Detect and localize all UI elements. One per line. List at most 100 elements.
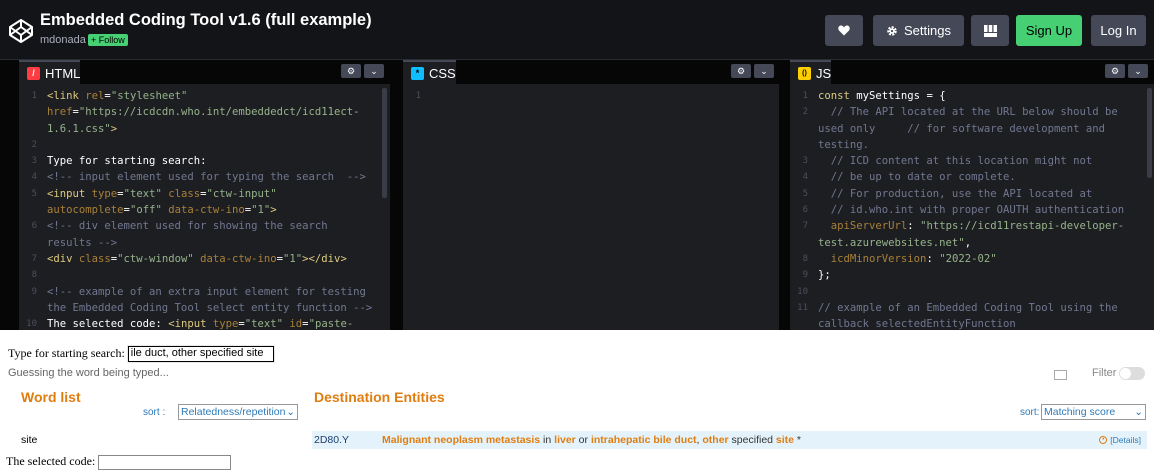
- js-settings-button[interactable]: ⚙: [1105, 64, 1125, 78]
- tab-js[interactable]: () JS: [790, 60, 832, 84]
- code-token: // For production, use the API located a…: [818, 187, 1093, 200]
- code-line[interactable]: 10 The selected code: <input type="text" …: [19, 316, 390, 330]
- code-text: 1.6.1.css">: [47, 121, 390, 137]
- code-line[interactable]: 3 Type for starting search:: [19, 153, 390, 169]
- code-token: <link: [47, 90, 86, 102]
- sign-up-button[interactable]: Sign Up: [1016, 15, 1082, 46]
- line-number: 7: [31, 253, 37, 264]
- code-line[interactable]: the Embedded Coding Tool select entity f…: [19, 300, 390, 316]
- tab-css[interactable]: * CSS: [403, 60, 456, 84]
- code-line[interactable]: 3 // ICD content at this location might …: [790, 153, 1154, 169]
- js-collapse-button[interactable]: ⌄: [1128, 64, 1148, 78]
- selected-code-row: The selected code:: [6, 454, 232, 470]
- code-text: callback selectedEntityFunction: [818, 316, 1154, 330]
- code-line[interactable]: 4 <!-- input element used for typing the …: [19, 169, 390, 185]
- code-line[interactable]: 1: [403, 88, 779, 104]
- settings-button[interactable]: Settings: [873, 15, 964, 46]
- code-line[interactable]: 2: [19, 137, 390, 153]
- code-token: const: [818, 90, 857, 102]
- codepen-logo-icon[interactable]: [8, 18, 34, 44]
- css-code[interactable]: 1: [403, 88, 779, 330]
- code-line[interactable]: 1 <link rel="stylesheet": [19, 88, 390, 104]
- code-line[interactable]: 2 // The API located at the URL below sh…: [790, 104, 1154, 120]
- js-scrollbar[interactable]: [1147, 88, 1152, 178]
- selected-code-input[interactable]: [98, 454, 232, 470]
- html-settings-button[interactable]: ⚙: [341, 64, 361, 78]
- code-token: // be up to date or complete.: [818, 171, 1016, 184]
- search-input[interactable]: ile duct, other specified site: [126, 345, 275, 364]
- author-link[interactable]: mdonada: [40, 34, 86, 46]
- code-token: test.azurewebsites.net": [818, 236, 965, 249]
- entity-code: 2D80.Y: [314, 434, 350, 446]
- code-line[interactable]: 5 // For production, use the API located…: [790, 186, 1154, 202]
- code-line[interactable]: testing.: [790, 137, 1154, 153]
- selected-code-label: The selected code:: [6, 454, 96, 468]
- line-number: 3: [802, 156, 808, 167]
- code-line[interactable]: 8 icdMinorVersion: "2022-02": [790, 251, 1154, 267]
- log-in-button[interactable]: Log In: [1091, 15, 1146, 46]
- code-text: // be up to date or complete.: [818, 169, 1154, 185]
- dest-sort-select[interactable]: Matching score ⌄: [1041, 404, 1146, 420]
- code-token: callback selectedEntityFunction: [818, 318, 1016, 330]
- filter-label: Filter: [1092, 367, 1117, 379]
- code-line[interactable]: 1.6.1.css">: [19, 121, 390, 137]
- word-list-item[interactable]: site: [21, 434, 37, 446]
- code-line[interactable]: href="https://icdcdn.who.int/embeddedct/…: [19, 104, 390, 120]
- code-line[interactable]: used only // for software development an…: [790, 121, 1154, 137]
- code-text: // id.who.int with proper OAUTH authenti…: [818, 202, 1154, 218]
- html-editor-pane[interactable]: / HTML ⚙ ⌄ 1 <link rel="stylesheet" href="…: [19, 60, 390, 330]
- code-line[interactable]: autocomplete="off" data-ctw-ino="1">: [19, 202, 390, 218]
- follow-button[interactable]: + Follow: [88, 34, 128, 46]
- code-line[interactable]: results -->: [19, 235, 390, 251]
- js-code[interactable]: 1 const mySettings = {2 // The API locate…: [790, 88, 1154, 330]
- keyboard-icon[interactable]: [1054, 370, 1067, 380]
- code-line[interactable]: 6 <!-- div element used for showing the s…: [19, 218, 390, 234]
- code-token: "1": [283, 252, 303, 265]
- destination-entity-row[interactable]: 2D80.Y Malignant neoplasm metastasis in …: [312, 431, 1147, 449]
- css-settings-button[interactable]: ⚙: [731, 64, 751, 78]
- line-number: 4: [802, 172, 808, 183]
- change-view-button[interactable]: [971, 15, 1009, 46]
- code-token: // id.who.int with proper OAUTH authenti…: [818, 204, 1125, 217]
- gear-icon: ⚙: [736, 65, 746, 76]
- code-text: the Embedded Coding Tool select entity f…: [47, 300, 390, 316]
- html-scrollbar[interactable]: [382, 88, 387, 198]
- code-line[interactable]: 5 <input type="text" class="ctw-input": [19, 186, 390, 202]
- code-line[interactable]: 9 <!-- example of an extra input element …: [19, 284, 390, 300]
- code-line[interactable]: 11 // example of an Embedded Coding Tool …: [790, 300, 1154, 316]
- code-line[interactable]: 7 apiServerUrl: "https://icd11restapi-de…: [790, 218, 1154, 234]
- code-line[interactable]: test.azurewebsites.net",: [790, 235, 1154, 251]
- code-line[interactable]: 7 <div class="ctw-window" data-ctw-ino="1…: [19, 251, 390, 267]
- line-number: 7: [802, 221, 808, 232]
- html-code[interactable]: 1 <link rel="stylesheet" href="https://icd…: [19, 88, 390, 330]
- code-token: <div: [47, 252, 79, 265]
- tab-html[interactable]: / HTML: [19, 60, 81, 84]
- code-line[interactable]: 6 // id.who.int with proper OAUTH authen…: [790, 202, 1154, 218]
- editor-area: / HTML ⚙ ⌄ 1 <link rel="stylesheet" href="…: [0, 60, 1154, 330]
- code-line[interactable]: 8: [19, 267, 390, 283]
- code-token: data-ctw-ino: [168, 204, 245, 217]
- code-line[interactable]: 9};: [790, 267, 1154, 283]
- code-token: "stylesheet": [110, 90, 188, 102]
- love-button[interactable]: [825, 15, 863, 46]
- code-token: id: [289, 318, 303, 330]
- js-editor-pane[interactable]: () JS ⚙ ⌄ 1 const mySettings = {2 // The …: [790, 60, 1154, 330]
- code-token: type: [91, 187, 118, 200]
- code-line[interactable]: 1 const mySettings = {: [790, 88, 1154, 104]
- code-line[interactable]: 4 // be up to date or complete.: [790, 169, 1154, 185]
- code-token: <!-- div element used for showing the se…: [47, 220, 328, 233]
- html-collapse-button[interactable]: ⌄: [364, 64, 384, 78]
- details-link[interactable]: • [Details]: [1099, 435, 1141, 445]
- gear-icon: [887, 25, 897, 36]
- word-sort-select[interactable]: Relatedness/repetition ⌄: [178, 404, 298, 420]
- css-editor-pane[interactable]: * CSS ⚙ ⌄ 1: [403, 60, 779, 330]
- line-number: [790, 235, 818, 251]
- filter-toggle[interactable]: [1119, 367, 1145, 380]
- code-token: data-ctw-ino: [200, 252, 277, 265]
- code-text: <link rel="stylesheet": [47, 88, 390, 104]
- code-text: href="https://icdcdn.who.int/embeddedct/…: [47, 104, 390, 120]
- css-collapse-button[interactable]: ⌄: [754, 64, 774, 78]
- code-line[interactable]: 10: [790, 284, 1154, 300]
- code-line[interactable]: callback selectedEntityFunction: [790, 316, 1154, 330]
